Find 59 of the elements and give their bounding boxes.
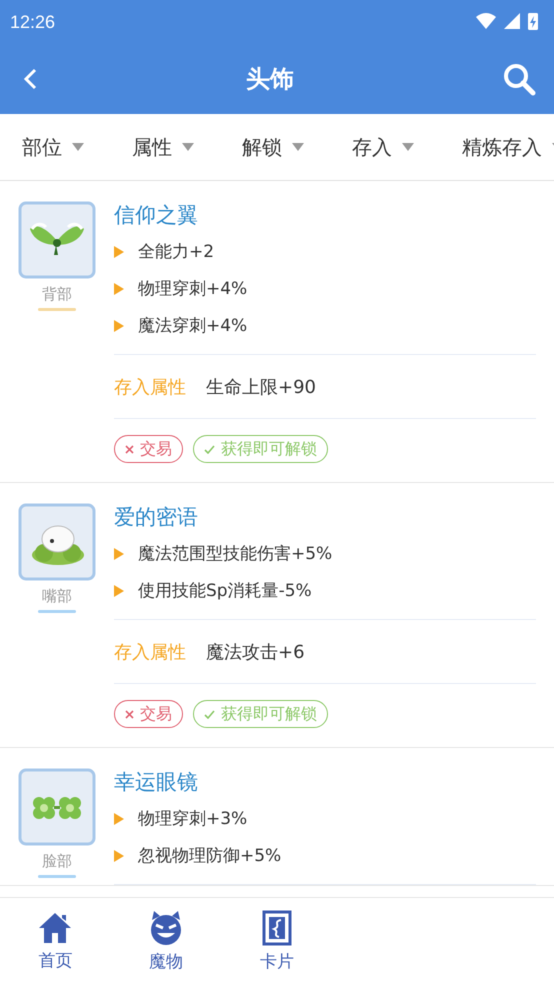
filter-dropdown[interactable]: 解锁	[242, 134, 352, 160]
item-name: 信仰之翼	[114, 202, 199, 229]
page-title: 头饰	[246, 64, 294, 95]
stat-text: 全能力+2	[138, 241, 214, 263]
part-label: 嘴部	[42, 587, 72, 606]
nav-tab[interactable]: 魔物	[110, 898, 222, 984]
stored-label: 存入属性	[114, 376, 186, 398]
stat-text: 物理穿刺+4%	[138, 278, 248, 300]
wifi-icon	[476, 13, 496, 29]
bullet-icon	[114, 320, 124, 332]
stored-label: 存入属性	[114, 640, 186, 664]
check-icon	[204, 444, 215, 454]
caret-icon	[72, 143, 84, 151]
filter-dropdown[interactable]: 精炼存入	[462, 134, 554, 160]
bullet-icon	[114, 850, 124, 862]
stat-text: 使用技能Sp消耗量-5%	[138, 580, 312, 602]
bullet-icon	[114, 584, 124, 596]
status-time: 12:26	[10, 12, 56, 32]
house-icon	[37, 910, 74, 944]
cross-icon	[125, 444, 134, 454]
bullet-icon	[114, 812, 124, 824]
stored-value: 生命上限+90	[206, 376, 316, 398]
item-card[interactable]: 背部 信仰之翼 全能力+2 物理穿刺+4% 魔法穿刺+4% 存入属性 生命上限+90 交易 获得即可解锁	[0, 181, 554, 483]
caret-icon	[292, 143, 304, 151]
item-card[interactable]: 嘴部 爱的密语 魔法范围型技能伤害+5% 使用技能Sp消耗量-5% 存入属性 魔法攻击+6 交易 获得即可解锁	[0, 483, 554, 748]
part-label: 脸部	[42, 852, 72, 871]
wings-icon	[18, 201, 96, 279]
signal-icon	[504, 13, 520, 29]
nav-tab[interactable]: 卡片	[222, 898, 332, 984]
battery-icon	[528, 13, 538, 30]
check-icon	[204, 710, 215, 718]
caret-icon	[182, 143, 194, 151]
caret-icon	[402, 143, 414, 151]
nav-tab[interactable]: 首页	[0, 898, 111, 984]
stat-text: 物理穿刺+3%	[138, 808, 248, 830]
filter-dropdown[interactable]: 属性	[132, 134, 242, 160]
stat-text: 魔法范围型技能伤害+5%	[138, 543, 332, 565]
stat-text: 忽视物理防御+5%	[138, 845, 282, 867]
search-icon[interactable]	[502, 62, 536, 96]
item-name: 爱的密语	[114, 504, 199, 531]
tag-text: 获得即可解锁	[221, 438, 317, 460]
stat-text: 魔法穿刺+4%	[138, 315, 248, 337]
filter-dropdown[interactable]: 部位	[22, 134, 132, 160]
card-icon	[262, 910, 292, 946]
bun-icon	[18, 503, 96, 581]
back-icon[interactable]	[22, 67, 38, 91]
tag-text: 交易	[140, 438, 172, 460]
bullet-icon	[114, 282, 124, 294]
filter-dropdown[interactable]: 存入	[352, 134, 462, 160]
cross-icon	[125, 710, 134, 718]
stored-value: 魔法攻击+6	[206, 640, 305, 664]
part-label: 背部	[42, 285, 72, 304]
tag-text: 交易	[140, 704, 172, 724]
item-name: 幸运眼镜	[114, 769, 199, 796]
clover-glasses-icon	[18, 768, 96, 846]
bullet-icon	[114, 548, 124, 560]
bullet-icon	[114, 246, 124, 258]
tag-text: 获得即可解锁	[221, 704, 317, 724]
item-card[interactable]: 脸部 幸运眼镜 物理穿刺+3% 忽视物理防御+5%	[0, 748, 554, 886]
